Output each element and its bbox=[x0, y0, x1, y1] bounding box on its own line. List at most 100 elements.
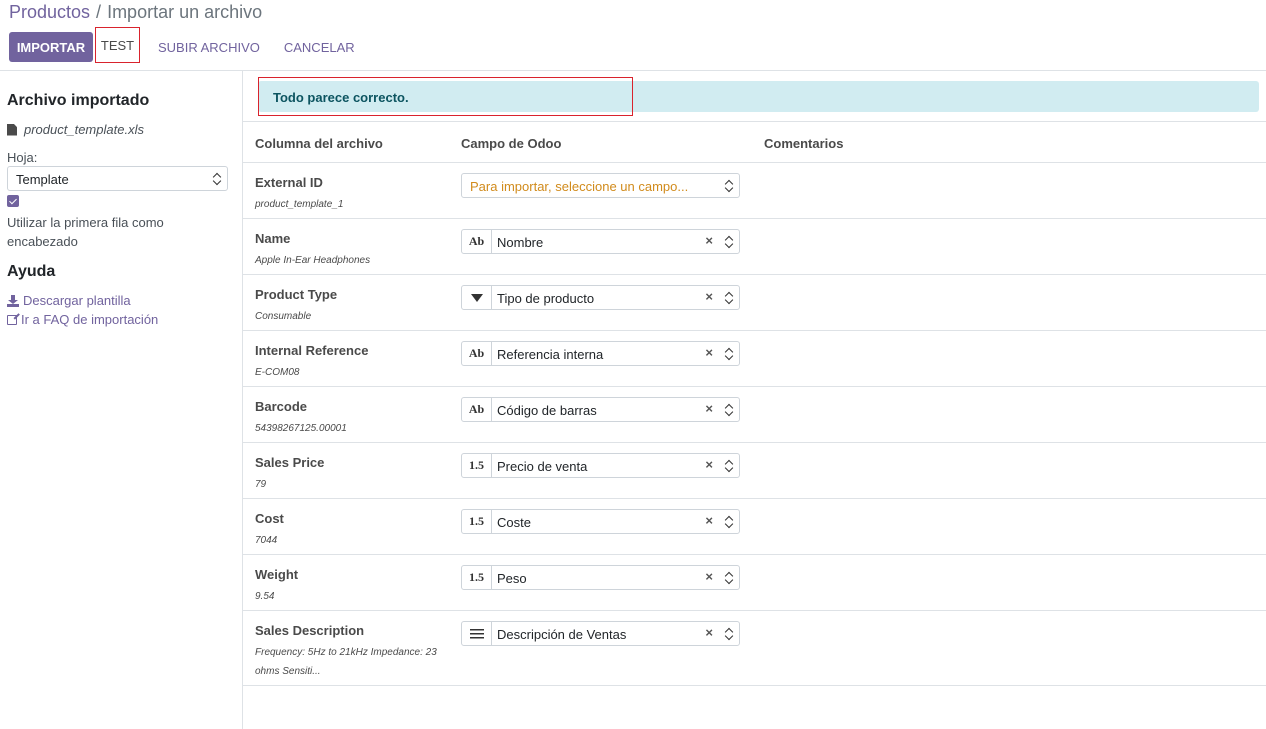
column-name: Cost bbox=[255, 511, 284, 526]
test-button[interactable]: TEST bbox=[95, 27, 140, 63]
first-row-header-label: Utilizar la primera fila como encabezado bbox=[7, 215, 164, 249]
field-select[interactable]: Ab Referencia interna × bbox=[461, 341, 740, 366]
sheet-select[interactable]: Template bbox=[7, 166, 228, 191]
field-select[interactable]: Para importar, seleccione un campo... bbox=[461, 173, 740, 198]
field-label: Descripción de Ventas bbox=[497, 627, 627, 642]
column-sample: 54398267125.00001 bbox=[255, 423, 347, 434]
import-button[interactable]: IMPORTAR bbox=[9, 32, 93, 62]
field-label: Peso bbox=[497, 571, 527, 586]
file-icon bbox=[7, 123, 17, 136]
table-row: Cost 7044 1.5 Coste × bbox=[243, 499, 1266, 555]
header-odoo-field: Campo de Odoo bbox=[461, 136, 562, 151]
column-name: Name bbox=[255, 231, 291, 246]
field-select[interactable]: Tipo de producto × bbox=[461, 285, 740, 310]
field-label: Nombre bbox=[497, 235, 544, 250]
import-faq-label: Ir a FAQ de importación bbox=[21, 312, 159, 327]
table-row: Internal Reference E-COM08 Ab Referencia… bbox=[243, 331, 1266, 387]
import-faq-link[interactable]: Ir a FAQ de importación bbox=[7, 312, 158, 327]
clear-icon[interactable]: × bbox=[705, 289, 713, 304]
breadcrumb: Productos / Importar un archivo bbox=[9, 2, 262, 23]
alert-highlight-box bbox=[258, 77, 633, 116]
column-name: Barcode bbox=[255, 399, 308, 414]
clear-icon[interactable]: × bbox=[705, 233, 713, 248]
download-template-label: Descargar plantilla bbox=[23, 293, 131, 308]
breadcrumb-separator: / bbox=[96, 2, 102, 22]
select-arrows-icon bbox=[725, 403, 733, 417]
column-name: Weight bbox=[255, 567, 299, 582]
clear-icon[interactable]: × bbox=[705, 345, 713, 360]
field-label: Precio de venta bbox=[497, 459, 588, 474]
field-select[interactable]: Ab Nombre × bbox=[461, 229, 740, 254]
field-label: Coste bbox=[497, 515, 531, 530]
field-select[interactable]: 1.5 Coste × bbox=[461, 509, 740, 534]
select-arrows-icon bbox=[725, 291, 733, 305]
toolbar: IMPORTAR TEST SUBIR ARCHIVO CANCELAR bbox=[9, 27, 355, 63]
download-icon bbox=[7, 294, 19, 307]
cancel-button[interactable]: CANCELAR bbox=[284, 32, 355, 62]
select-arrows-icon bbox=[725, 459, 733, 473]
clear-icon[interactable]: × bbox=[705, 569, 713, 584]
column-sample: Frequency: 5Hz to 21kHz Impedance: 23 oh… bbox=[255, 647, 437, 677]
column-sample: E-COM08 bbox=[255, 367, 300, 378]
float-type-icon: 1.5 bbox=[462, 510, 492, 533]
select-arrows-icon bbox=[725, 235, 733, 249]
field-select[interactable]: 1.5 Precio de venta × bbox=[461, 453, 740, 478]
field-select[interactable]: Descripción de Ventas × bbox=[461, 621, 740, 646]
clear-icon[interactable]: × bbox=[705, 513, 713, 528]
column-sample: 79 bbox=[255, 479, 267, 490]
text-type-icon bbox=[462, 622, 492, 645]
clear-icon[interactable]: × bbox=[705, 625, 713, 640]
download-template-link[interactable]: Descargar plantilla bbox=[7, 293, 131, 308]
select-arrows-icon bbox=[725, 627, 733, 641]
column-name: Internal Reference bbox=[255, 343, 369, 358]
char-type-icon: Ab bbox=[462, 342, 492, 365]
field-label: Código de barras bbox=[497, 403, 597, 418]
table-row: Sales Price 79 1.5 Precio de venta × bbox=[243, 443, 1266, 499]
sheet-select-value: Template bbox=[16, 172, 69, 187]
help-title: Ayuda bbox=[7, 263, 56, 280]
clear-icon[interactable]: × bbox=[705, 401, 713, 416]
column-name: External ID bbox=[255, 175, 323, 190]
header-comments: Comentarios bbox=[764, 136, 844, 151]
file-name: product_template.xls bbox=[24, 122, 144, 137]
breadcrumb-parent[interactable]: Productos bbox=[9, 2, 90, 22]
column-name: Sales Price bbox=[255, 455, 325, 470]
external-link-icon bbox=[7, 314, 17, 325]
field-select[interactable]: Ab Código de barras × bbox=[461, 397, 740, 422]
float-type-icon: 1.5 bbox=[462, 454, 492, 477]
clear-icon[interactable]: × bbox=[705, 457, 713, 472]
field-label: Tipo de producto bbox=[497, 291, 595, 306]
column-sample: Apple In-Ear Headphones bbox=[255, 255, 371, 266]
table-header: Columna del archivo Campo de Odoo Coment… bbox=[243, 121, 1266, 163]
breadcrumb-current: Importar un archivo bbox=[107, 2, 263, 22]
char-type-icon: Ab bbox=[462, 398, 492, 421]
column-sample: 7044 bbox=[255, 535, 278, 546]
char-type-icon: Ab bbox=[462, 230, 492, 253]
main-content: Todo parece correcto. Columna del archiv… bbox=[243, 71, 1266, 729]
select-arrows-icon bbox=[725, 179, 733, 193]
select-arrows-icon bbox=[725, 347, 733, 361]
table-row: Product Type Consumable Tipo de producto… bbox=[243, 275, 1266, 331]
table-row: Name Apple In-Ear Headphones Ab Nombre × bbox=[243, 219, 1266, 275]
mapping-table: Columna del archivo Campo de Odoo Coment… bbox=[243, 121, 1266, 686]
field-select[interactable]: 1.5 Peso × bbox=[461, 565, 740, 590]
field-label: Referencia interna bbox=[497, 347, 604, 362]
table-row: External ID product_template_1 Para impo… bbox=[243, 163, 1266, 219]
select-arrows-icon bbox=[725, 571, 733, 585]
column-sample: 9.54 bbox=[255, 591, 275, 602]
column-sample: Consumable bbox=[255, 311, 312, 322]
sheet-label: Hoja: bbox=[7, 150, 38, 165]
header-file-column: Columna del archivo bbox=[255, 136, 383, 151]
table-row: Weight 9.54 1.5 Peso × bbox=[243, 555, 1266, 611]
first-row-header-checkbox[interactable] bbox=[7, 195, 19, 207]
column-name: Sales Description bbox=[255, 623, 365, 638]
table-row: Barcode 54398267125.00001 Ab Código de b… bbox=[243, 387, 1266, 443]
select-arrows-icon bbox=[213, 172, 221, 186]
table-row: Sales Description Frequency: 5Hz to 21kH… bbox=[243, 611, 1266, 686]
imported-file: product_template.xls bbox=[7, 122, 144, 137]
field-placeholder: Para importar, seleccione un campo... bbox=[470, 179, 689, 194]
upload-file-button[interactable]: SUBIR ARCHIVO bbox=[158, 32, 260, 62]
column-name: Product Type bbox=[255, 287, 338, 302]
select-arrows-icon bbox=[725, 515, 733, 529]
selection-type-icon bbox=[462, 286, 492, 309]
